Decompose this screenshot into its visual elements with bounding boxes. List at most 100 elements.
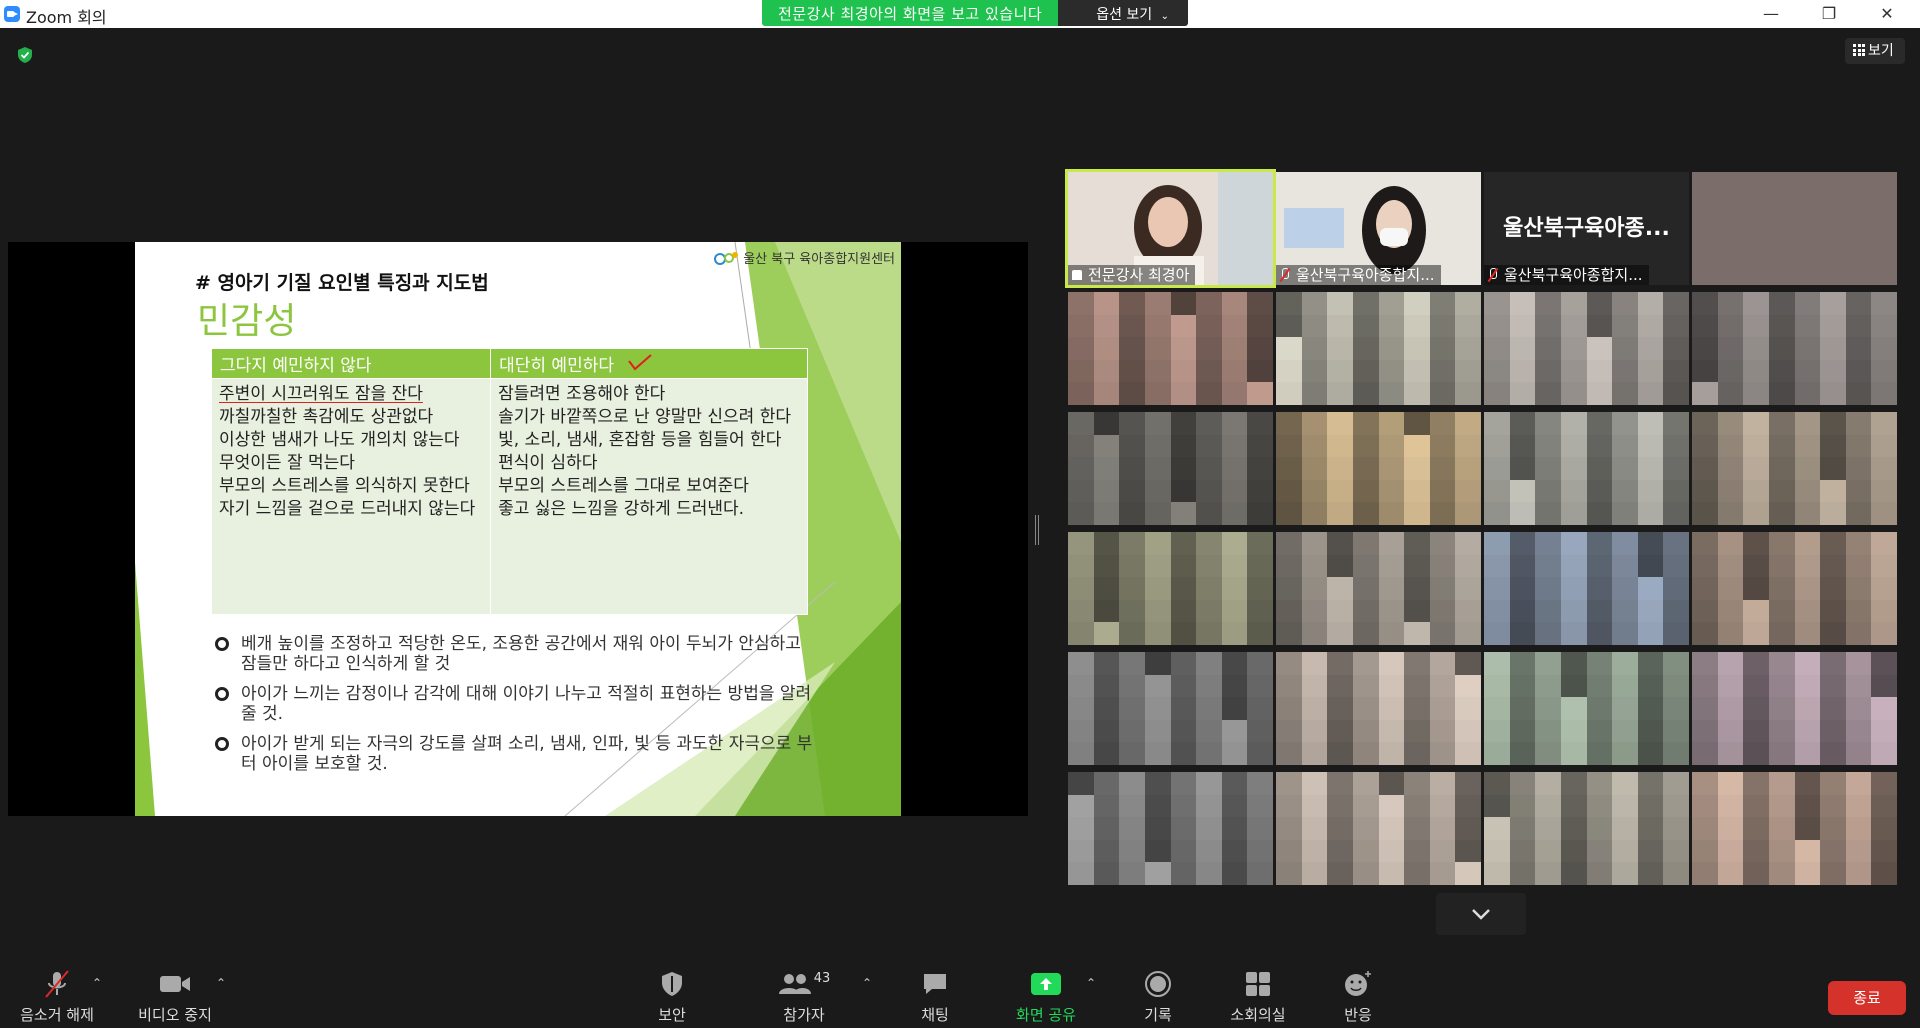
participant-tile[interactable]	[1692, 292, 1897, 405]
participant-tile[interactable]	[1068, 652, 1273, 765]
table-cell-text: 주변이 시끄러워도 잠을 잔다	[219, 384, 423, 404]
view-options-label: 옵션 보기	[1096, 7, 1153, 23]
share-screen-label: 화면 공유	[1016, 1006, 1076, 1024]
participant-video	[1276, 412, 1481, 525]
security-button[interactable]: 보안	[648, 968, 696, 1025]
participant-tile[interactable]: 울산북구육아종합지...	[1276, 172, 1481, 285]
restore-button[interactable]: ❐	[1806, 0, 1852, 28]
participant-video	[1692, 772, 1897, 885]
share-screen-button[interactable]: 화면 공유	[1008, 968, 1084, 1025]
end-meeting-button[interactable]: 종료	[1828, 981, 1906, 1015]
shared-screen: 울산 북구 육아종합지원센터 # 영아기 기질 요인별 특징과 지도법 민감성 …	[8, 242, 1028, 816]
view-button-label: 보기	[1868, 43, 1894, 59]
bullet-icon	[215, 687, 229, 701]
participant-video	[1484, 772, 1689, 885]
participants-options-caret-icon[interactable]: ⌃	[862, 976, 872, 990]
participant-tile[interactable]	[1484, 772, 1689, 885]
unmute-button[interactable]: 음소거 해제	[14, 968, 100, 1025]
bullet-item: 베개 높이를 조정하고 적당한 온도, 조용한 공간에서 재워 아이 두뇌가 안…	[215, 634, 815, 674]
participant-tile[interactable]	[1692, 652, 1897, 765]
slide-topic: 민감성	[197, 301, 297, 342]
record-button[interactable]: 기록	[1134, 968, 1182, 1025]
table-header-high-label: 대단히 예민하다	[499, 356, 614, 376]
minimize-button[interactable]: —	[1748, 0, 1794, 28]
participant-tile[interactable]	[1276, 292, 1481, 405]
participant-tile[interactable]	[1068, 292, 1273, 405]
participant-name-text: 전문강사 최경아	[1088, 266, 1190, 284]
grid-view-icon	[1853, 44, 1865, 56]
bullet-text: 아이가 느끼는 감정이나 감각에 대해 이야기 나누고 적절히 표현하는 방법을…	[241, 684, 812, 724]
participant-tile[interactable]	[1692, 412, 1897, 525]
participant-tile[interactable]	[1484, 532, 1689, 645]
participant-tile[interactable]	[1276, 772, 1481, 885]
table-cell-text: 무엇이든 잘 먹는다	[219, 453, 355, 473]
participant-tile[interactable]	[1068, 772, 1273, 885]
participants-button[interactable]: 43 참가자	[776, 968, 832, 1025]
participant-video	[1692, 292, 1897, 405]
participant-tile[interactable]	[1276, 652, 1481, 765]
participant-video	[1692, 412, 1897, 525]
presentation-slide: 울산 북구 육아종합지원센터 # 영아기 기질 요인별 특징과 지도법 민감성 …	[135, 242, 901, 816]
reactions-button[interactable]: 반응	[1338, 968, 1378, 1025]
participant-video	[1276, 532, 1481, 645]
temperament-table: 그다지 예민하지 않다 대단히 예민하다 주변이 시끄러워도 잠을 잔다 까칠까…	[210, 348, 808, 615]
participant-video	[1068, 532, 1273, 645]
reactions-emoji-icon	[1345, 971, 1371, 996]
participant-tile-presenter[interactable]: 전문강사 최경아	[1065, 169, 1276, 288]
share-banner-message: 전문강사 최경아의 화면을 보고 있습니다	[762, 0, 1059, 26]
chat-bubble-icon	[924, 974, 946, 994]
table-cell-text: 좋고 싫은 느낌을 강하게 드러낸다.	[498, 499, 745, 519]
breakout-rooms-button[interactable]: 소회의실	[1226, 968, 1290, 1025]
participant-tile[interactable]	[1484, 292, 1689, 405]
participant-tile[interactable]: 울산북구육아종... 울산북구육아종합지...	[1484, 172, 1689, 285]
participant-tile[interactable]	[1692, 532, 1897, 645]
participant-name-text: 울산북구육아종합지...	[1296, 266, 1435, 284]
participant-placeholder-name: 울산북구육아종...	[1503, 216, 1670, 241]
table-cell-text: 자기 느낌을 겉으로 드러내지 않는다	[219, 499, 476, 519]
participant-tile[interactable]	[1276, 532, 1481, 645]
video-options-caret-icon[interactable]: ⌃	[216, 976, 226, 990]
table-cell-text: 부모의 스트레스를 의식하지 못한다	[219, 476, 470, 496]
center-logo-icon	[714, 251, 739, 265]
checkmark-annotation-icon	[628, 354, 653, 371]
table-header-low: 그다지 예민하지 않다	[210, 348, 492, 379]
view-options-button[interactable]: 옵션 보기 ⌄	[1058, 0, 1189, 26]
record-label: 기록	[1144, 1006, 1172, 1024]
participant-video	[1068, 412, 1273, 525]
participant-tile[interactable]	[1692, 172, 1897, 285]
chat-label: 채팅	[921, 1006, 949, 1024]
participant-tile[interactable]	[1276, 412, 1481, 525]
participant-video	[1276, 292, 1481, 405]
chat-button[interactable]: 채팅	[910, 968, 960, 1025]
panel-splitter-handle[interactable]	[1035, 515, 1039, 545]
table-cell-text: 까칠까칠한 촉감에도 상관없다	[219, 407, 434, 427]
muted-microphone-icon	[1488, 268, 1498, 282]
audio-options-caret-icon[interactable]: ⌃	[92, 976, 102, 990]
stop-video-button[interactable]: 비디오 중지	[132, 968, 218, 1025]
participant-tile[interactable]	[1692, 772, 1897, 885]
participant-tile[interactable]	[1068, 532, 1273, 645]
table-col-low: 주변이 시끄러워도 잠을 잔다 까칠까칠한 촉감에도 상관없다 이상한 냄새가 …	[210, 378, 492, 615]
participant-tile[interactable]	[1484, 652, 1689, 765]
meeting-toolbar: 음소거 해제 ⌃ 비디오 중지 ⌃ 보안 43 참가자 ⌃ 채팅 화면 공유 ⌃…	[0, 960, 1920, 1028]
participant-tile[interactable]	[1484, 412, 1689, 525]
scroll-gallery-down-button[interactable]	[1436, 893, 1526, 935]
unmute-label: 음소거 해제	[20, 1006, 94, 1024]
window-title: Zoom 회의	[26, 8, 107, 27]
participant-video	[1692, 652, 1897, 765]
view-layout-button[interactable]: 보기	[1845, 38, 1905, 64]
close-button[interactable]: ✕	[1864, 0, 1910, 28]
bullet-text: 베개 높이를 조정하고 적당한 온도, 조용한 공간에서 재워 아이 두뇌가 안…	[241, 634, 801, 674]
security-label: 보안	[658, 1006, 686, 1024]
participant-tile[interactable]	[1068, 412, 1273, 525]
participant-video	[1484, 652, 1689, 765]
share-options-caret-icon[interactable]: ⌃	[1086, 976, 1096, 990]
table-cell-text: 편식이 심하다	[498, 453, 598, 473]
encryption-shield-icon[interactable]	[16, 46, 34, 64]
slide-bullet-list: 베개 높이를 조정하고 적당한 온도, 조용한 공간에서 재워 아이 두뇌가 안…	[215, 634, 815, 784]
participants-label: 참가자	[783, 1006, 825, 1024]
pin-icon	[1072, 270, 1082, 280]
participant-video	[1068, 652, 1273, 765]
slide-logo: 울산 북구 육아종합지원센터	[713, 248, 895, 267]
participant-name: 울산북구육아종합지...	[1276, 265, 1441, 285]
